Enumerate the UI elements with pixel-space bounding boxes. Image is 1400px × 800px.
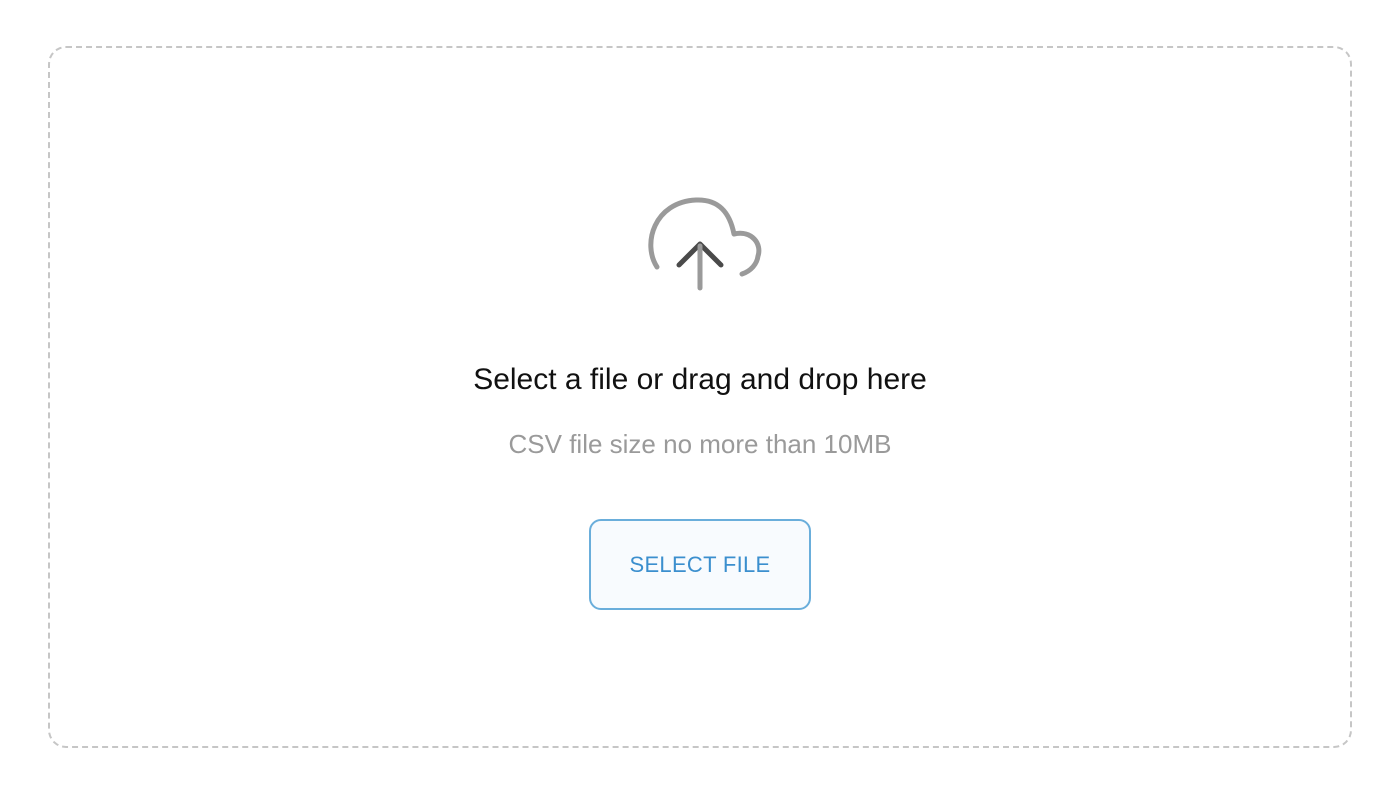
cloud-upload-icon: [648, 197, 762, 291]
upload-size-hint: CSV file size no more than 10MB: [508, 429, 892, 459]
select-file-button[interactable]: SELECT FILE: [589, 519, 811, 610]
upload-title: Select a file or drag and drop here: [473, 363, 927, 396]
